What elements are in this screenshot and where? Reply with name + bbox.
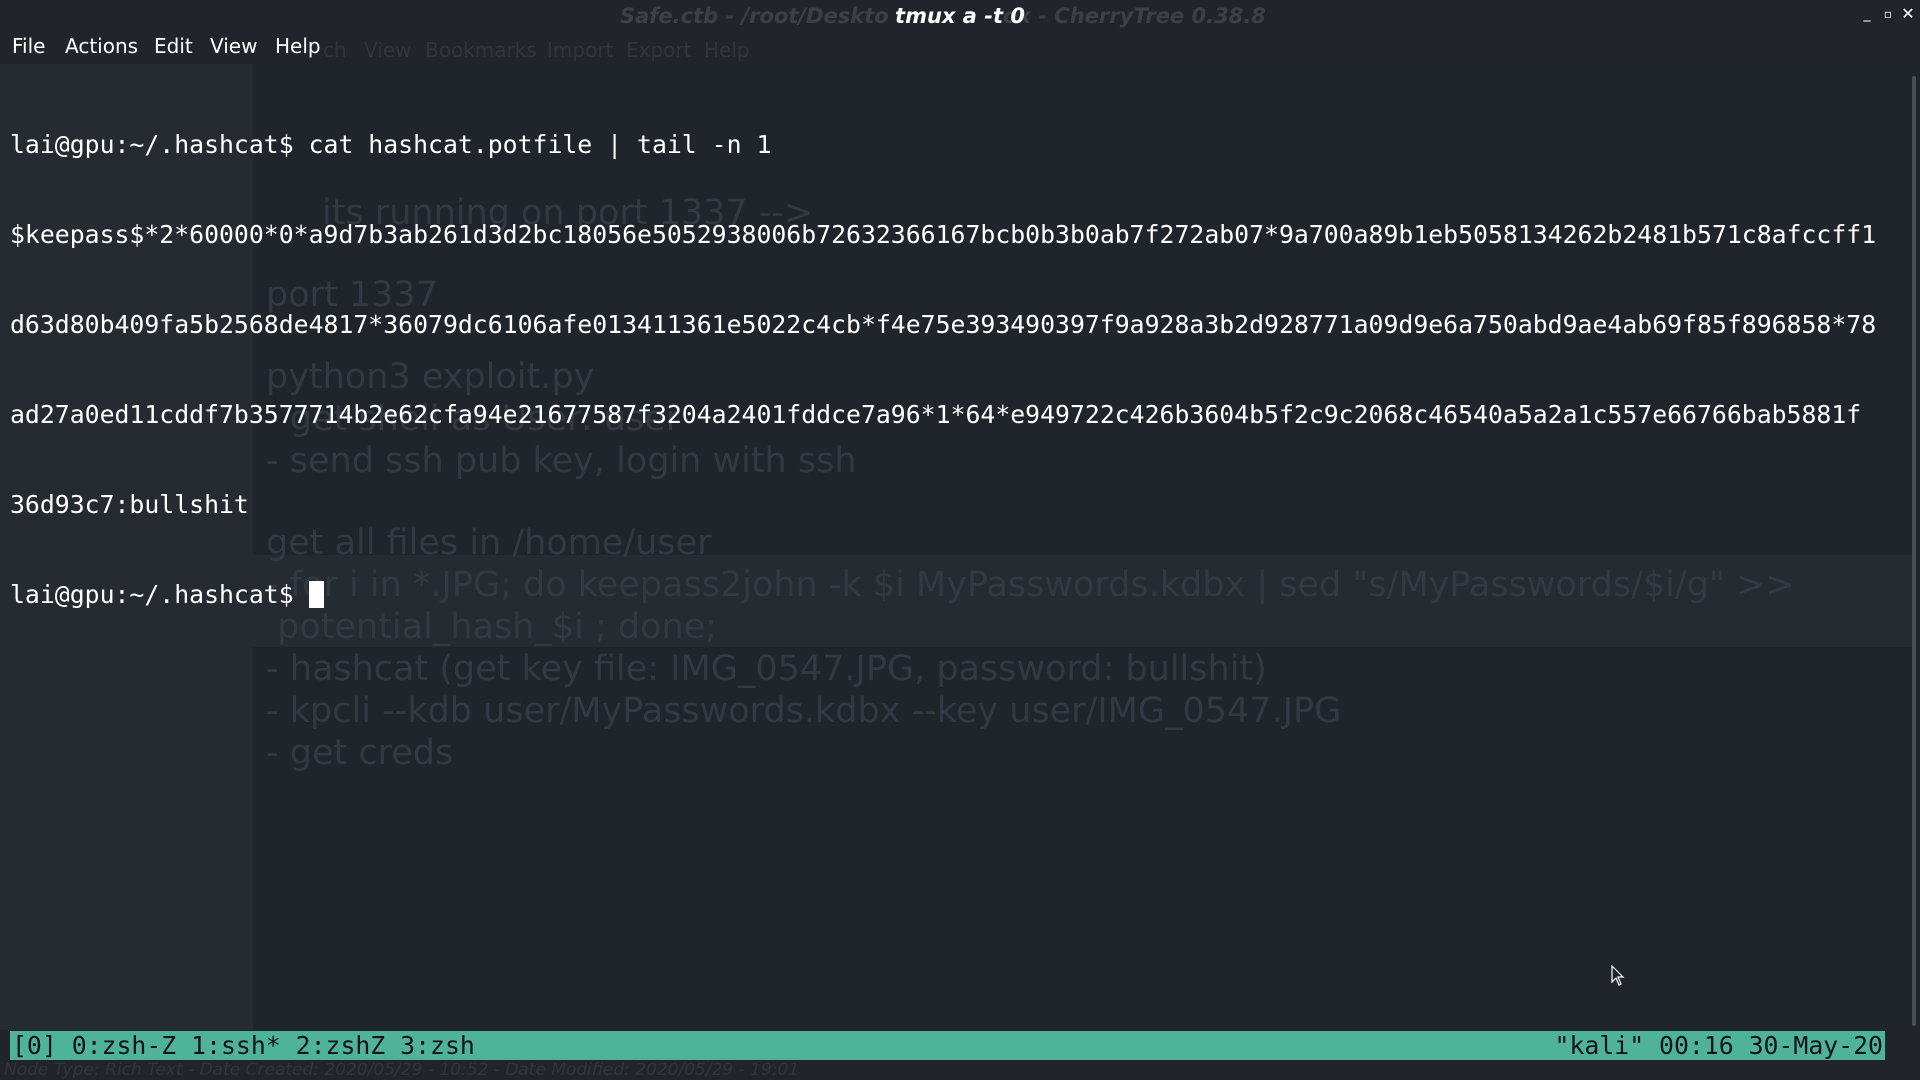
background-menu-item: Help <box>704 38 750 62</box>
terminal-command-line: lai@gpu:~/.hashcat$ cat hashcat.potfile … <box>10 130 772 159</box>
background-menu-item: ch <box>323 38 347 62</box>
background-note-line: - kpcli --kdb user/MyPasswords.kdbx --ke… <box>266 691 1342 731</box>
menu-help[interactable]: Help <box>275 34 321 58</box>
terminal-output-line: ad27a0ed11cddf7b3577714b2e62cfa94e216775… <box>10 400 1862 429</box>
terminal-scrollbar[interactable] <box>1912 76 1916 1026</box>
tmux-host-clock: "kali" 00:16 30-May-20 <box>1554 1031 1883 1060</box>
terminal-cursor <box>308 581 324 608</box>
tmux-status-bar: [0] 0:zsh-Z 1:ssh* 2:zshZ 3:zsh "kali" 0… <box>10 1031 1885 1060</box>
window-title: tmux a -t 0 <box>895 4 1025 28</box>
terminal-output-line: 36d93c7:bullshit <box>10 490 249 519</box>
tmux-window-list[interactable]: [0] 0:zsh-Z 1:ssh* 2:zshZ 3:zsh <box>12 1031 475 1060</box>
background-menu-item: Import <box>547 38 614 62</box>
background-note-line: - hashcat (get key file: IMG_0547.JPG, p… <box>266 649 1267 689</box>
terminal-output-line: d63d80b409fa5b2568de4817*36079dc6106afe0… <box>10 310 1877 339</box>
close-icon[interactable]: ✕ <box>1898 4 1918 24</box>
background-menu-item: View <box>364 38 412 62</box>
background-menu-item: Bookmarks <box>425 38 537 62</box>
menu-edit[interactable]: Edit <box>154 34 193 58</box>
terminal-prompt: lai@gpu:~/.hashcat$ <box>10 580 309 609</box>
maximize-icon[interactable]: ▫ <box>1878 4 1898 24</box>
terminal-output[interactable]: lai@gpu:~/.hashcat$ cat hashcat.potfile … <box>10 70 1876 640</box>
terminal-output-line: $keepass$*2*60000*0*a9d7b3ab261d3d2bc180… <box>10 220 1877 249</box>
background-statusbar: Node Type: Rich Text - Date Created: 202… <box>4 1060 800 1080</box>
background-menu-item: Export <box>626 38 692 62</box>
terminal-prompt-line[interactable]: lai@gpu:~/.hashcat$ <box>10 580 1876 610</box>
minimize-icon[interactable]: _ <box>1857 4 1877 24</box>
menu-file[interactable]: File <box>12 34 45 58</box>
mouse-pointer-icon <box>1611 964 1625 991</box>
menu-view[interactable]: View <box>210 34 257 58</box>
menu-actions[interactable]: Actions <box>65 34 138 58</box>
background-note-line: - get creds <box>266 733 454 773</box>
